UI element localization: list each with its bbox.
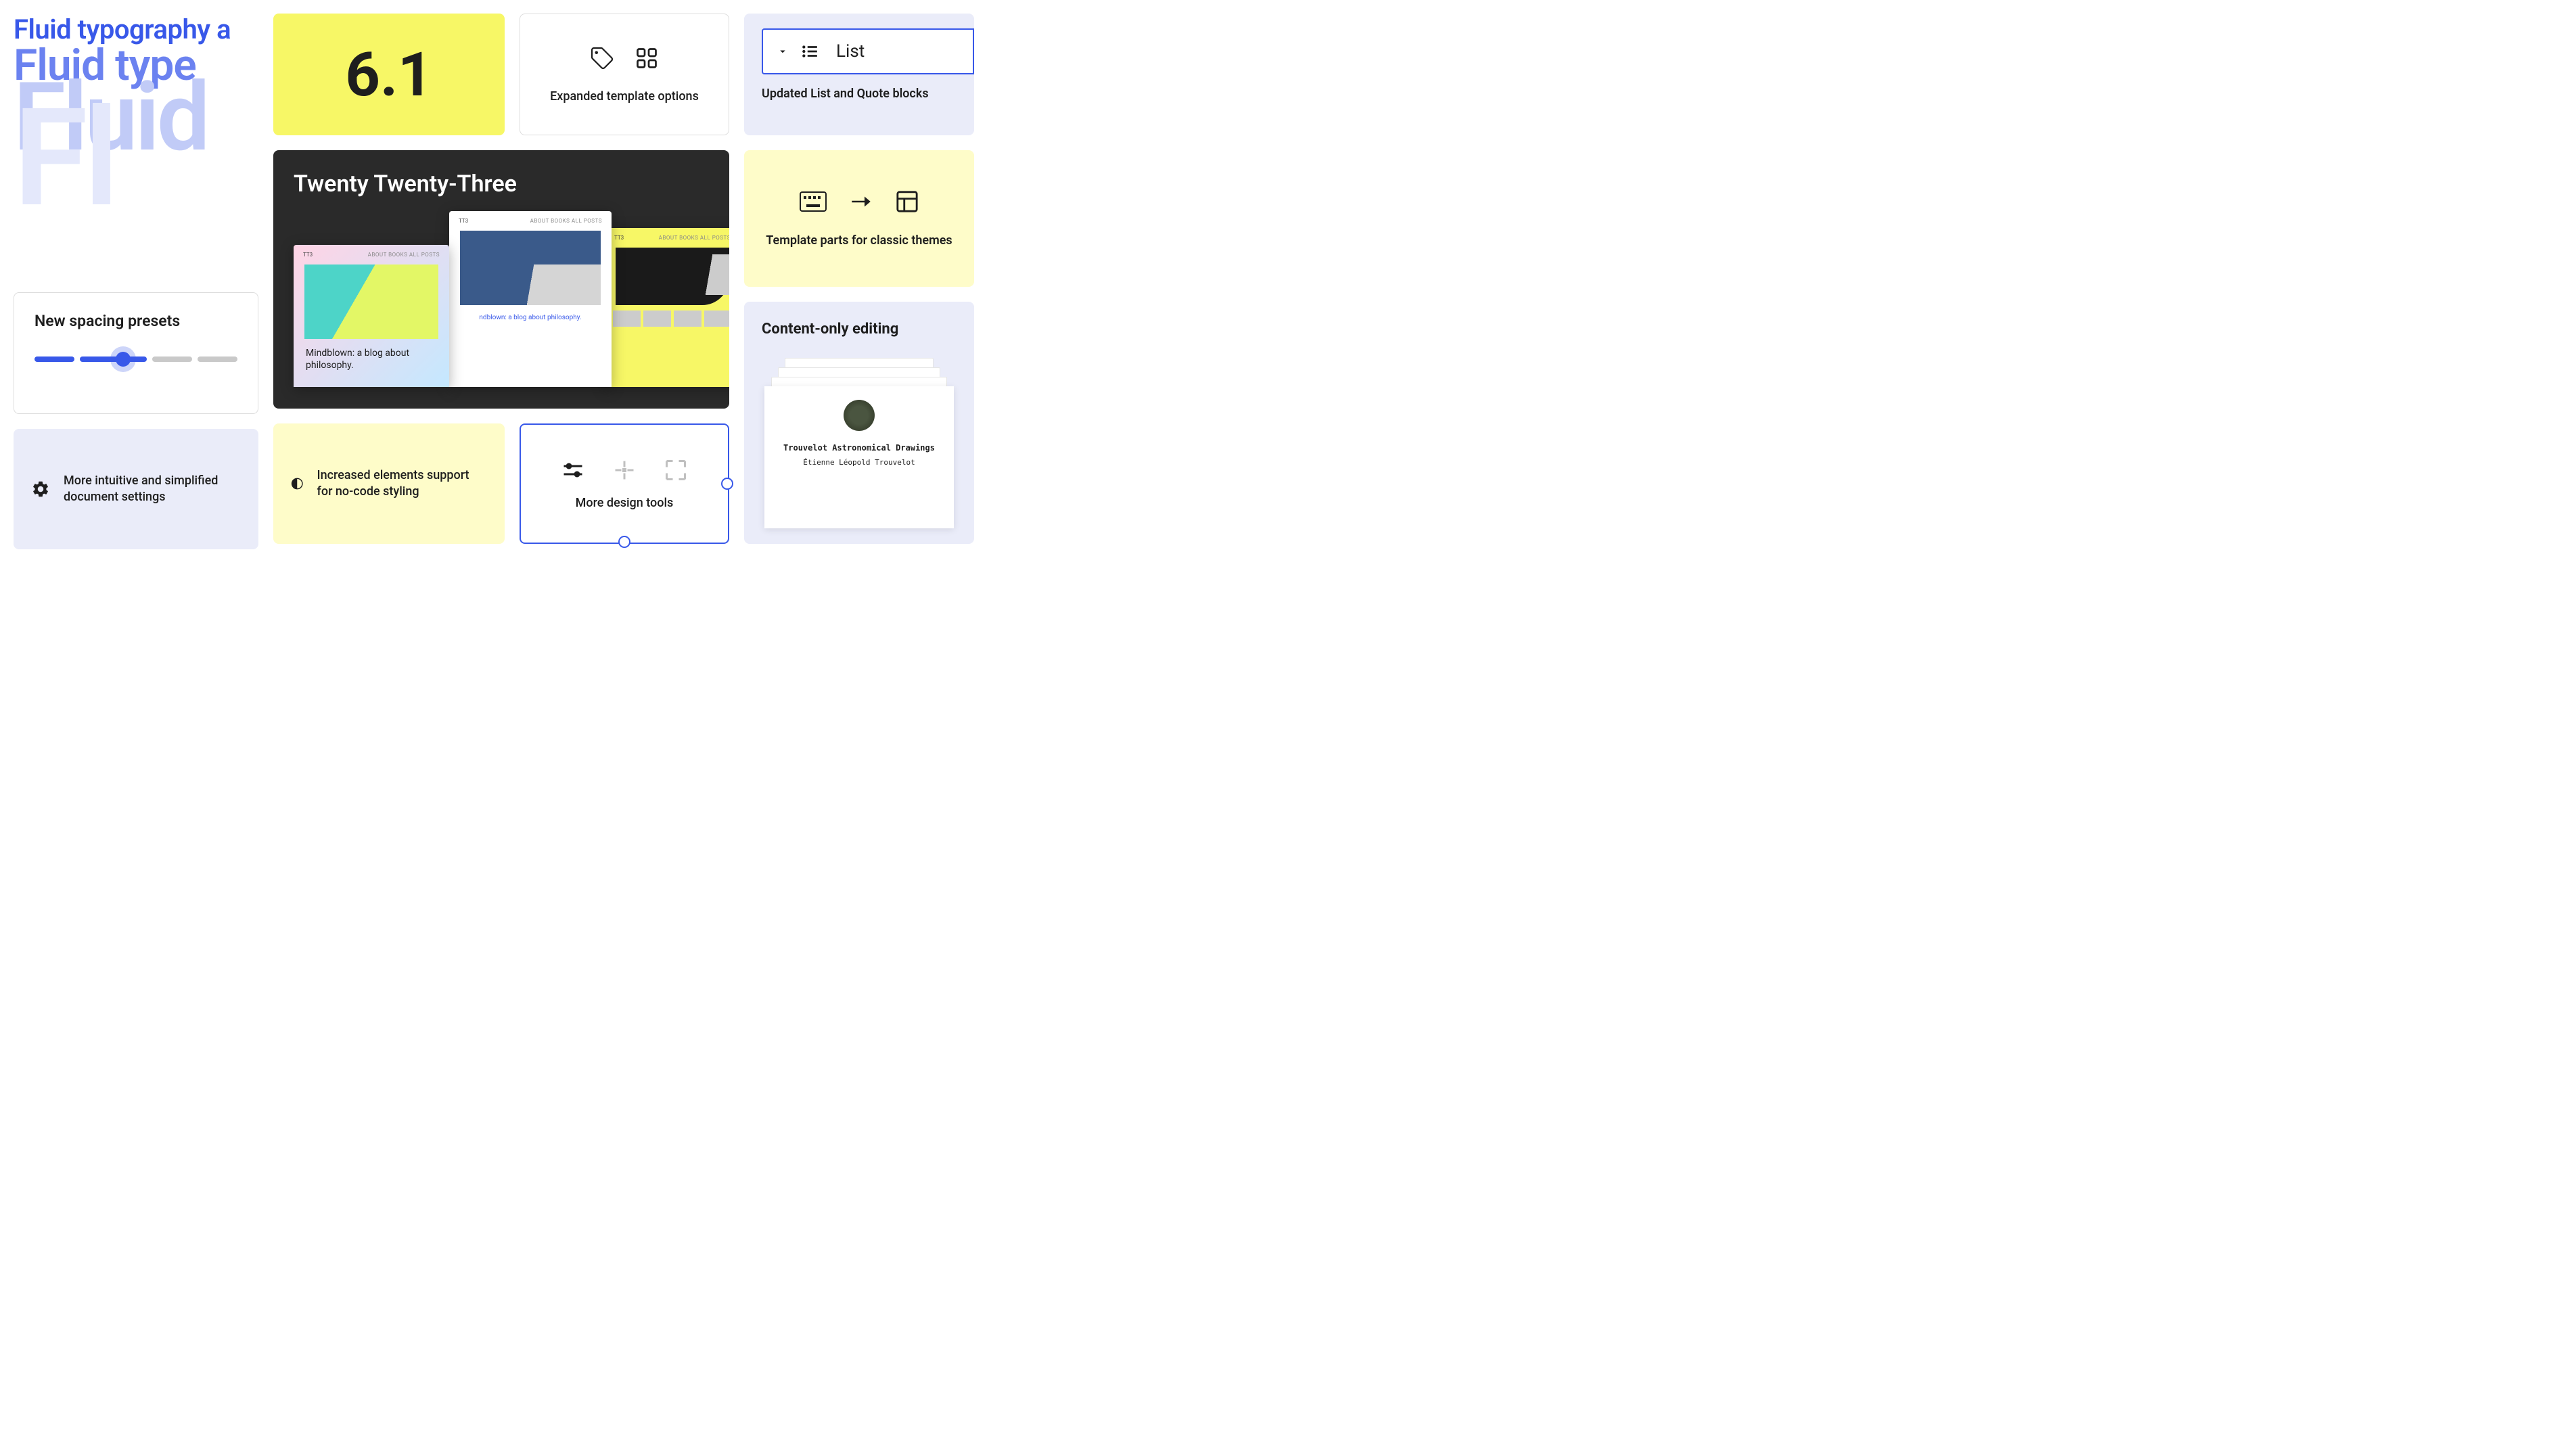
version-number: 6.1 [345, 39, 432, 110]
arrow-right-icon [851, 195, 871, 208]
preview-image [616, 248, 729, 305]
left-column: Fluid typography a Fluid type Fluid Fl N… [14, 14, 258, 549]
mid-bot-row: Increased elements support for no-code s… [273, 423, 729, 544]
content-only-title: Content-only editing [762, 321, 957, 338]
feature-grid: Fluid typography a Fluid type Fluid Fl N… [0, 0, 988, 556]
theme-preview-left: TT3 ABOUT BOOKS ALL POSTS Mindblown: a bl… [294, 245, 449, 387]
gear-icon [31, 480, 50, 499]
avatar [844, 400, 875, 431]
list-caption: Updated List and Quote blocks [762, 87, 974, 101]
list-icon [801, 43, 819, 60]
preview-caption: ndblown: a blog about philosophy. [449, 305, 612, 330]
twenty-twenty-three-card[interactable]: Twenty Twenty-Three TT3 ABOUT BOOKS ALL P… [273, 150, 729, 409]
preview-image [460, 231, 601, 305]
doc-title: Trouvelot Astronomical Drawings [764, 443, 954, 453]
template-caption: Expanded template options [550, 89, 699, 104]
list-label: List [836, 41, 865, 62]
tag-icon [590, 46, 614, 70]
template-parts-card[interactable]: Template parts for classic themes [744, 150, 974, 287]
tt3-title: Twenty Twenty-Three [294, 170, 709, 198]
document-stack: Trouvelot Astronomical Drawings Étienne … [762, 358, 957, 534]
slider-segment [34, 356, 74, 362]
grid-icon [635, 46, 659, 70]
spacing-presets-card[interactable]: New spacing presets [14, 292, 258, 414]
preview-nav: ABOUT BOOKS ALL POSTS [368, 252, 440, 258]
spacing-title: New spacing presets [34, 312, 237, 330]
right-column: List Updated List and Quote blocks Templ… [744, 14, 974, 549]
nocode-text: Increased elements support for no-code s… [317, 467, 488, 501]
middle-column: 6.1 Expanded template options Twenty Twe… [273, 14, 729, 549]
fluid-typography-card[interactable]: Fluid typography a Fluid type Fluid Fl [14, 14, 258, 277]
doc-author: Étienne Léopold Trouvelot [764, 458, 954, 467]
document-settings-card[interactable]: More intuitive and simplified document s… [14, 429, 258, 549]
parts-icons [800, 190, 919, 213]
list-quote-card[interactable]: List Updated List and Quote blocks [744, 14, 974, 135]
expanded-template-card[interactable]: Expanded template options [520, 14, 729, 135]
design-tools-card[interactable]: More design tools [520, 423, 729, 544]
slider-thumb[interactable] [116, 352, 131, 367]
doc-main: Trouvelot Astronomical Drawings Étienne … [764, 386, 954, 528]
design-icons [561, 458, 688, 482]
tt3-previews: TT3 ABOUT BOOKS ALL POSTS ndblown: a blog… [294, 211, 709, 409]
theme-preview-center: TT3 ABOUT BOOKS ALL POSTS ndblown: a blog… [449, 211, 612, 387]
version-card[interactable]: 6.1 [273, 14, 505, 135]
list-block-field[interactable]: List [762, 28, 974, 74]
preview-site: TT3 [614, 235, 624, 241]
chevron-down-icon [777, 45, 789, 58]
layout-icon [896, 190, 919, 213]
preview-site: TT3 [459, 218, 468, 224]
slider-segment [198, 356, 237, 362]
preview-image [304, 264, 438, 339]
theme-preview-right: TT3 ABOUT BOOKS ALL POSTS [605, 228, 729, 387]
keyboard-icon [800, 191, 827, 212]
contrast-icon [291, 474, 304, 493]
slider-segment [80, 356, 147, 362]
template-icons [590, 46, 659, 70]
preview-caption: Mindblown: a blog about philosophy. [294, 339, 449, 380]
preview-grid [605, 305, 729, 332]
preview-nav: ABOUT BOOKS ALL POSTS [659, 235, 729, 241]
parts-caption: Template parts for classic themes [766, 233, 952, 248]
mid-top-row: 6.1 Expanded template options [273, 14, 729, 135]
content-only-card[interactable]: Content-only editing Trouvelot Astronomi… [744, 302, 974, 544]
spacing-slider[interactable] [34, 356, 237, 363]
sliders-icon [561, 458, 585, 482]
nocode-styling-card[interactable]: Increased elements support for no-code s… [273, 423, 505, 544]
preview-nav: ABOUT BOOKS ALL POSTS [530, 218, 602, 224]
doc-settings-text: More intuitive and simplified document s… [64, 473, 241, 506]
preview-site: TT3 [303, 252, 313, 258]
spacing-icon [612, 458, 637, 482]
slider-segment [152, 356, 192, 362]
design-caption: More design tools [576, 496, 674, 510]
dimensions-icon [664, 458, 688, 482]
